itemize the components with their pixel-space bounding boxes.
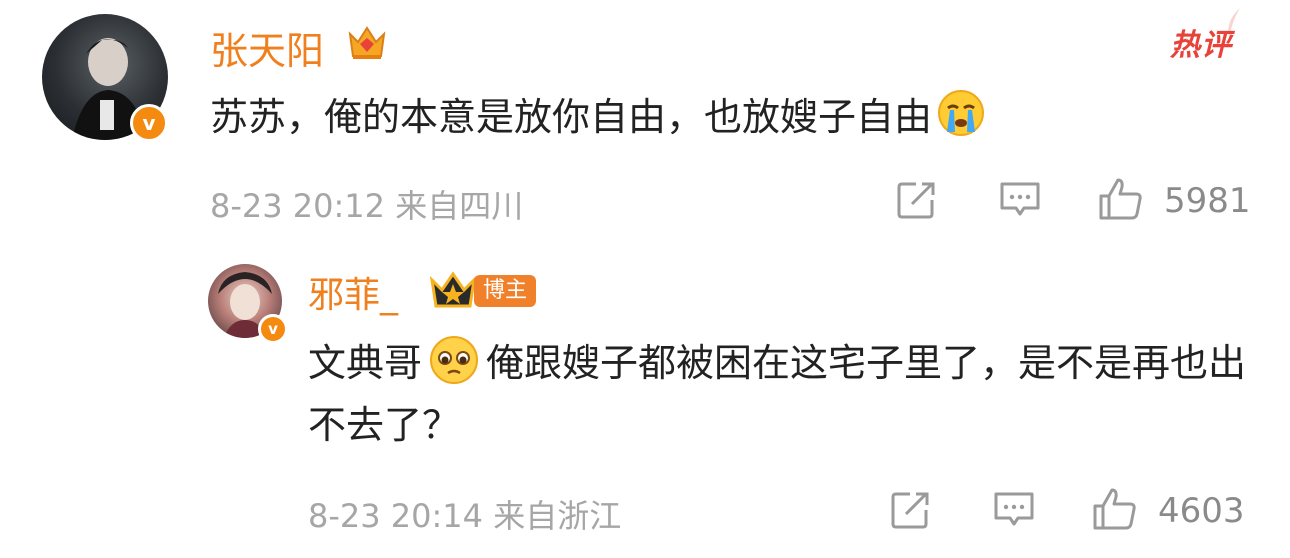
hot-comment-tag: 热评 <box>1170 28 1232 63</box>
crying-face-icon <box>936 88 986 138</box>
reply-text-prefix: 文典哥 <box>308 341 423 385</box>
reply-meta: 8-23 20:14 来自浙江 <box>308 491 621 537</box>
gold-crown-icon <box>428 268 478 316</box>
reply-verified-icon: v <box>258 314 288 344</box>
diamond-crown-icon <box>346 24 388 66</box>
comment-time: 8-23 20:12 <box>210 187 386 225</box>
comment-meta: 8-23 20:12 来自四川 <box>210 181 523 227</box>
reply-text: 文典哥 俺跟嫂子都被困在这宅子里了，是不是再也出不去了？ <box>308 332 1258 456</box>
like-count: 5981 <box>1164 181 1251 221</box>
reply-comment-icon[interactable] <box>992 490 1036 534</box>
verified-icon: v <box>130 104 168 142</box>
comment-text: 苏苏，俺的本意是放你自由，也放嫂子自由 <box>210 86 1270 148</box>
comment-icon[interactable] <box>998 180 1042 224</box>
comment-location: 来自四川 <box>395 187 524 225</box>
reply-username[interactable]: 邪菲_ <box>308 266 398 318</box>
like-icon[interactable] <box>1098 176 1144 226</box>
reply-location: 来自浙江 <box>493 497 622 535</box>
pleading-face-icon <box>428 334 480 386</box>
reply-like-count: 4603 <box>1158 491 1245 531</box>
share-icon[interactable] <box>896 180 938 224</box>
host-badge: 博主 <box>474 275 537 307</box>
reply-time: 8-23 20:14 <box>308 497 484 535</box>
username[interactable]: 张天阳 <box>210 20 324 75</box>
comment-text-body: 苏苏，俺的本意是放你自由，也放嫂子自由 <box>210 95 933 139</box>
reply-like-icon[interactable] <box>1092 486 1138 536</box>
reply-share-icon[interactable] <box>890 490 932 534</box>
